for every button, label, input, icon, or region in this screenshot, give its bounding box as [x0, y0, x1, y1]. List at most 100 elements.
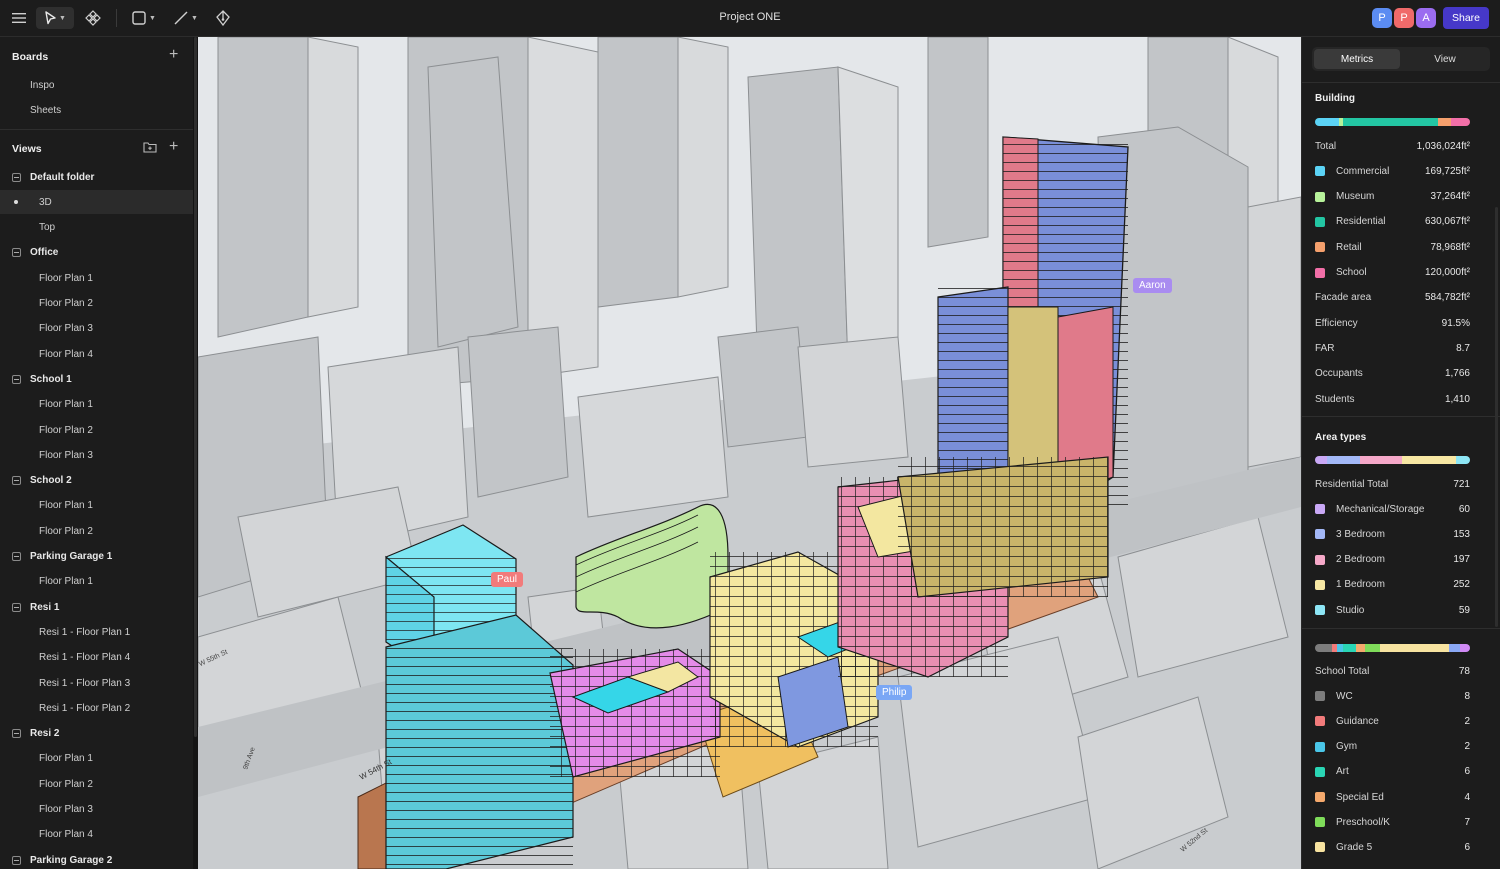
metric-label: School	[1336, 267, 1367, 278]
view-item[interactable]: Resi 1 - Floor Plan 2	[0, 696, 193, 720]
bar-segment	[1315, 118, 1339, 126]
view-label: Floor Plan 1	[39, 272, 93, 284]
metric-row: School 120,000ft²	[1315, 266, 1470, 280]
metric-label: Museum	[1336, 191, 1375, 203]
sidebar-divider	[0, 129, 193, 130]
metric-row: Grade 5 6	[1315, 840, 1470, 854]
chevron-down-icon[interactable]: ▼	[149, 15, 156, 22]
view-label: Resi 1	[30, 601, 60, 613]
view-item[interactable]: Top	[0, 216, 193, 240]
view-folder[interactable]: School 2	[0, 469, 193, 493]
new-folder-icon[interactable]	[143, 141, 157, 156]
collapse-icon[interactable]	[12, 476, 21, 486]
3d-viewport[interactable]: Aaron Paul Philip W 55th St 9th Ave W 54…	[198, 37, 1301, 869]
color-swatch	[1315, 817, 1325, 828]
menu-icon[interactable]	[9, 7, 29, 29]
select-tool-icon[interactable]: ▼	[36, 7, 74, 29]
metric-row: Commercial 169,725ft²	[1315, 164, 1470, 178]
left-sidebar: Boards + Inspo Sheets Views + Default fo…	[0, 37, 193, 869]
avatar[interactable]: P	[1372, 8, 1392, 28]
view-label: Resi 1 - Floor Plan 3	[39, 677, 131, 689]
view-item[interactable]: Resi 1 - Floor Plan 1	[0, 620, 193, 644]
view-item[interactable]: Resi 1 - Floor Plan 4	[0, 646, 193, 670]
view-label: Resi 2	[30, 728, 60, 740]
collapse-icon[interactable]	[12, 855, 21, 865]
view-item[interactable]: Floor Plan 4	[0, 823, 193, 847]
rectangle-tool-icon[interactable]: ▼	[128, 7, 160, 29]
view-item[interactable]: Floor Plan 1	[0, 747, 193, 771]
color-swatch	[1315, 741, 1325, 752]
metric-label: School Total	[1315, 665, 1370, 677]
color-swatch	[1315, 579, 1325, 590]
view-label: Floor Plan 1	[39, 500, 93, 512]
view-item[interactable]: Floor Plan 1	[0, 266, 193, 290]
component-icon[interactable]	[82, 7, 104, 29]
color-swatch	[1315, 191, 1325, 202]
collapse-icon[interactable]	[12, 172, 21, 182]
metric-label: 1 Bedroom	[1336, 579, 1385, 591]
color-swatch	[1315, 529, 1325, 540]
tab-view[interactable]: View	[1402, 49, 1488, 69]
view-item[interactable]: Floor Plan 3	[0, 798, 193, 822]
avatar[interactable]: P	[1394, 8, 1414, 28]
view-item[interactable]: Floor Plan 3	[0, 443, 193, 467]
avatar[interactable]: A	[1416, 8, 1436, 28]
city-3d-model[interactable]	[198, 37, 1301, 869]
view-item[interactable]: Floor Plan 2	[0, 292, 193, 316]
metric-label: Preschool/K	[1336, 816, 1390, 828]
view-label: Floor Plan 4	[39, 829, 93, 841]
metric-row: FAR 8.7	[1315, 341, 1470, 355]
view-folder[interactable]: Resi 1	[0, 595, 193, 619]
view-item[interactable]: Floor Plan 2	[0, 418, 193, 442]
collaborator-avatars: P P A	[1372, 8, 1436, 28]
board-label: Sheets	[30, 104, 62, 116]
view-label: Default folder	[30, 171, 95, 183]
view-item[interactable]: Floor Plan 1	[0, 393, 193, 417]
collapse-icon[interactable]	[12, 552, 21, 561]
add-view-icon[interactable]: +	[169, 138, 178, 156]
add-board-icon[interactable]: +	[169, 46, 178, 64]
collapse-icon[interactable]	[12, 248, 21, 258]
scrollbar-thumb[interactable]	[194, 37, 197, 737]
pen-tool-icon[interactable]	[212, 7, 234, 29]
view-item[interactable]: Floor Plan 2	[0, 519, 193, 543]
view-folder[interactable]: Office	[0, 241, 193, 265]
color-swatch	[1315, 766, 1325, 777]
view-folder[interactable]: Default folder	[0, 165, 193, 189]
chevron-down-icon[interactable]: ▼	[191, 15, 198, 22]
panel-scrollbar[interactable]	[1495, 207, 1498, 627]
view-item[interactable]: Floor Plan 3	[0, 317, 193, 341]
view-label: Office	[30, 247, 59, 259]
view-label: Floor Plan 2	[39, 525, 93, 537]
view-item[interactable]: Floor Plan 2	[0, 772, 193, 796]
board-item-inspo[interactable]: Inspo	[0, 73, 193, 97]
view-folder[interactable]: Resi 2	[0, 722, 193, 746]
metric-value: 2	[1464, 715, 1470, 727]
board-item-sheets[interactable]: Sheets	[0, 98, 193, 122]
view-folder[interactable]: Parking Garage 1	[0, 545, 193, 569]
bar-segment	[1459, 644, 1470, 652]
bar-segment	[1315, 456, 1328, 464]
metric-label: Art	[1336, 766, 1349, 778]
color-swatch	[1315, 554, 1325, 565]
view-item[interactable]: 3D	[0, 190, 193, 215]
view-item[interactable]: Floor Plan 1	[0, 570, 193, 594]
panel-tabs: Metrics View	[1312, 47, 1490, 71]
views-header: Views	[12, 143, 42, 155]
bar-segment	[1342, 644, 1357, 652]
share-button[interactable]: Share	[1443, 7, 1489, 29]
collapse-icon[interactable]	[12, 602, 21, 612]
chevron-down-icon[interactable]: ▼	[59, 15, 66, 22]
collapse-icon[interactable]	[12, 729, 21, 739]
view-item[interactable]: Resi 1 - Floor Plan 3	[0, 671, 193, 695]
collapse-icon[interactable]	[12, 374, 21, 384]
view-item[interactable]: Floor Plan 4	[0, 342, 193, 366]
line-tool-icon[interactable]: ▼	[170, 7, 202, 29]
view-folder[interactable]: School 1	[0, 367, 193, 391]
metric-row: 3 Bedroom 153	[1315, 527, 1470, 541]
board-label: Inspo	[30, 79, 55, 91]
bar-segment	[1449, 644, 1460, 652]
view-item[interactable]: Floor Plan 1	[0, 494, 193, 518]
tab-metrics[interactable]: Metrics	[1314, 49, 1400, 69]
view-folder[interactable]: Parking Garage 2	[0, 848, 193, 869]
